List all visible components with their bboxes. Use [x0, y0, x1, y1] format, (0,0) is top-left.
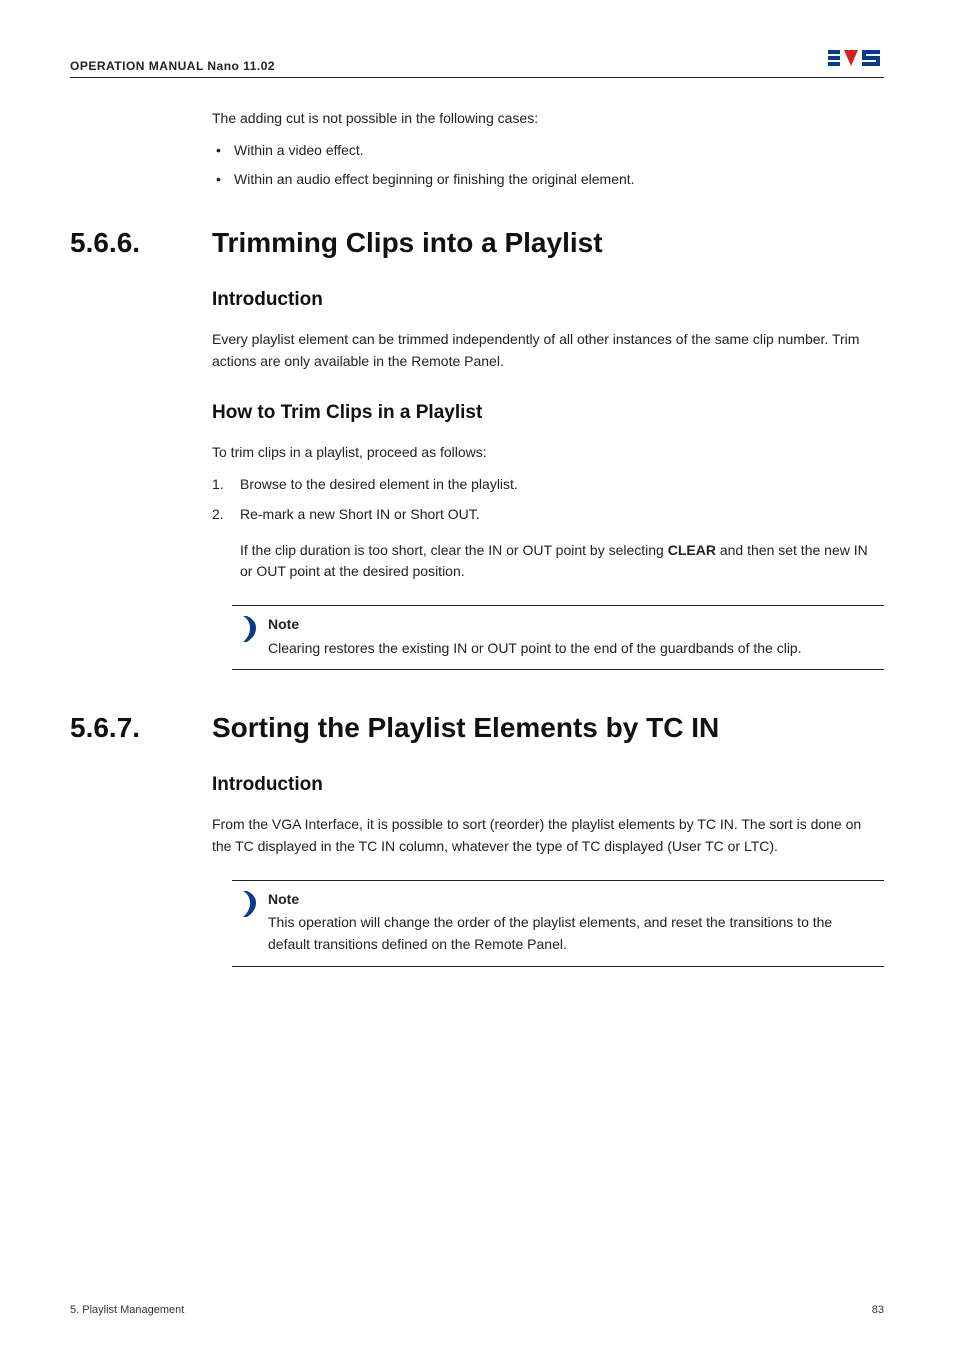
list-item: 1. Browse to the desired element in the p…	[212, 474, 884, 496]
section-title: Trimming Clips into a Playlist	[212, 227, 603, 259]
page: OPERATION MANUAL Nano 11.02 The adding c…	[0, 0, 954, 1350]
note-title: Note	[268, 614, 876, 636]
step-text: Re-mark a new Short IN or Short OUT.	[240, 506, 480, 522]
step-sub-paragraph: If the clip duration is too short, clear…	[240, 540, 884, 583]
subsection-heading: How to Trim Clips in a Playlist	[212, 402, 884, 424]
step-text: Browse to the desired element in the pla…	[240, 476, 518, 492]
list-item: Within a video effect.	[212, 140, 884, 162]
note-box: Note Clearing restores the existing IN o…	[232, 605, 884, 670]
text-prefix: If the clip duration is too short, clear…	[240, 542, 668, 558]
howto-steps: 1. Browse to the desired element in the p…	[212, 474, 884, 525]
note-icon	[240, 891, 268, 956]
content-area: The adding cut is not possible in the fo…	[212, 108, 884, 967]
note-text: Clearing restores the existing IN or OUT…	[268, 640, 802, 656]
intro-paragraph: Every playlist element can be trimmed in…	[212, 329, 884, 372]
step-number: 2.	[212, 504, 224, 526]
footer-section: 5. Playlist Management	[70, 1304, 184, 1316]
section-heading: 5.6.7. Sorting the Playlist Elements by …	[70, 712, 884, 744]
list-item: Within an audio effect beginning or fini…	[212, 169, 884, 191]
intro-lead: The adding cut is not possible in the fo…	[212, 108, 884, 130]
page-header: OPERATION MANUAL Nano 11.02	[70, 48, 884, 78]
step-number: 1.	[212, 474, 224, 496]
evs-logo	[828, 48, 884, 73]
section-title: Sorting the Playlist Elements by TC IN	[212, 712, 719, 744]
section-number: 5.6.6.	[70, 227, 212, 259]
clear-bold: CLEAR	[668, 542, 716, 558]
note-box: Note This operation will change the orde…	[232, 880, 884, 967]
list-item: 2. Re-mark a new Short IN or Short OUT.	[212, 504, 884, 526]
section-number: 5.6.7.	[70, 712, 212, 744]
note-body: Note This operation will change the orde…	[268, 889, 876, 956]
section-heading: 5.6.6. Trimming Clips into a Playlist	[70, 227, 884, 259]
note-text: This operation will change the order of …	[268, 914, 832, 952]
intro-bullets: Within a video effect. Within an audio e…	[212, 140, 884, 191]
note-body: Note Clearing restores the existing IN o…	[268, 614, 876, 659]
manual-title: OPERATION MANUAL Nano 11.02	[70, 59, 275, 73]
intro-paragraph: From the VGA Interface, it is possible t…	[212, 814, 884, 857]
subsection-heading: Introduction	[212, 774, 884, 796]
note-title: Note	[268, 889, 876, 911]
note-icon	[240, 616, 268, 659]
footer-page-number: 83	[872, 1304, 884, 1316]
subsection-heading: Introduction	[212, 289, 884, 311]
page-footer: 5. Playlist Management 83	[70, 1304, 884, 1316]
howto-lead: To trim clips in a playlist, proceed as …	[212, 442, 884, 464]
